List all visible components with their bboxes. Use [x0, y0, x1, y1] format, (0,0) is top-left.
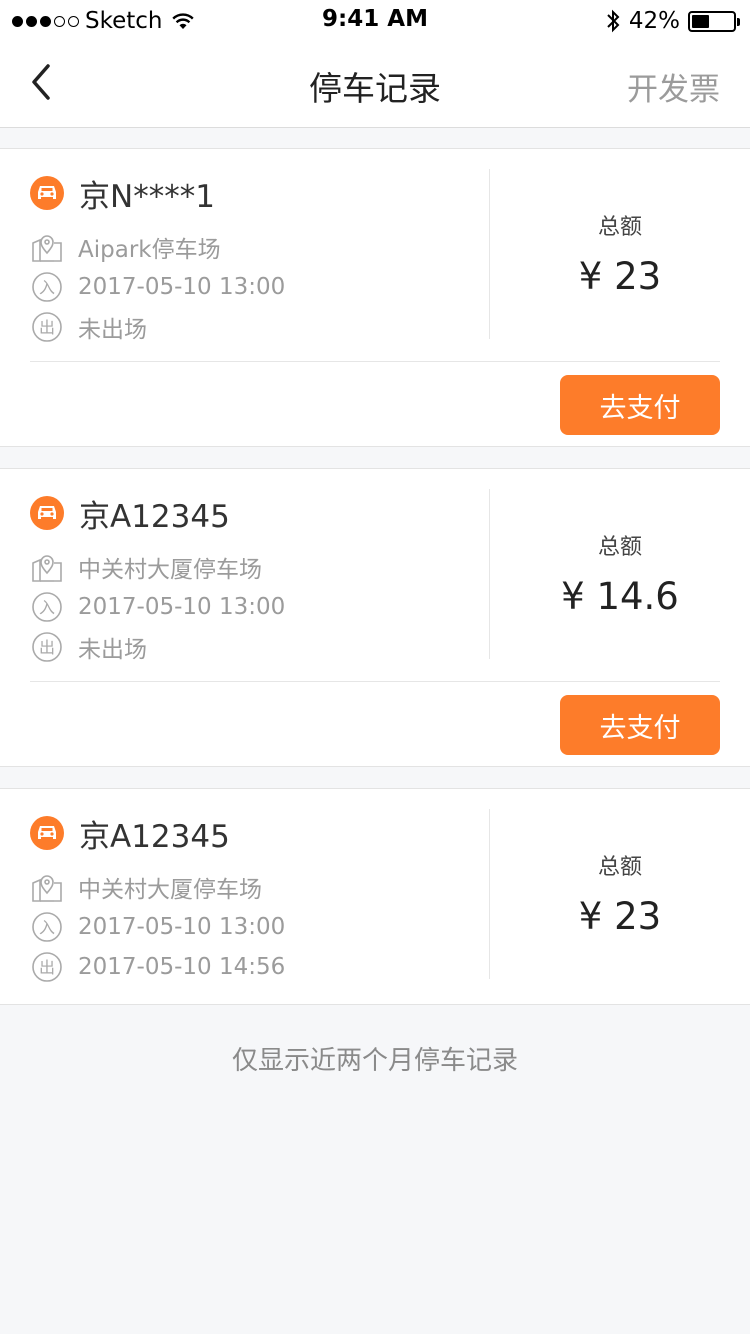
exit-icon: 出: [30, 310, 64, 344]
exit-icon: 出: [30, 630, 64, 664]
entry-icon-glyph: 入: [39, 598, 55, 617]
license-plate: 京A12345: [79, 498, 230, 535]
battery-percent: 42%: [628, 8, 680, 34]
plate-row: 京A12345: [30, 495, 230, 535]
car-icon: [30, 816, 64, 850]
horizontal-divider: [30, 681, 720, 682]
exit-icon-glyph: 出: [39, 958, 55, 977]
parking-record-card[interactable]: 京A12345 中关村大厦停车场 入 2017-05-10 13:00 出 20…: [0, 788, 750, 1005]
exit-icon: 出: [30, 950, 64, 984]
exit-time: 2017-05-10 14:56: [78, 954, 286, 980]
status-bar: Sketch 9:41 AM 42%: [0, 0, 750, 40]
horizontal-divider: [30, 361, 720, 362]
status-right: 42%: [605, 6, 740, 36]
invoice-button[interactable]: 开发票: [627, 64, 720, 109]
exit-time-row: 出 未出场: [30, 629, 147, 665]
parking-lot-name: 中关村大厦停车场: [78, 557, 262, 583]
exit-time-row: 出 2017-05-10 14:56: [30, 949, 285, 985]
footer-note: 仅显示近两个月停车记录: [231, 1046, 518, 1076]
total-label: 总额: [597, 535, 642, 560]
exit-icon-glyph: 出: [39, 318, 55, 337]
battery-icon: [688, 10, 740, 32]
map-pin-icon: [30, 230, 64, 264]
exit-time: 未出场: [78, 637, 147, 663]
navigation-bar: 停车记录 开发票: [0, 40, 750, 128]
entry-time-row: 入 2017-05-10 13:00: [30, 909, 285, 945]
entry-icon-glyph: 入: [39, 278, 55, 297]
entry-icon-glyph: 入: [39, 918, 55, 937]
vertical-divider: [489, 169, 490, 339]
entry-icon: 入: [30, 910, 64, 944]
total-label: 总额: [597, 855, 642, 880]
parking-lot-name: 中关村大厦停车场: [78, 877, 262, 903]
vertical-divider: [489, 489, 490, 659]
map-pin-icon: [30, 550, 64, 584]
entry-icon: 入: [30, 270, 64, 304]
battery-level-fill: [692, 14, 709, 28]
entry-time-row: 入 2017-05-10 13:00: [30, 589, 285, 625]
total-label: 总额: [597, 215, 642, 240]
bluetooth-icon: [607, 9, 620, 33]
parking-lot-row: Aipark停车场: [30, 229, 221, 265]
parking-record-card[interactable]: 京A12345 中关村大厦停车场 入 2017-05-10 13:00 出 未出…: [0, 468, 750, 767]
parking-lot-name: Aipark停车场: [78, 237, 221, 263]
license-plate: 京A12345: [79, 818, 230, 855]
pay-button[interactable]: 去支付: [560, 695, 720, 755]
map-pin-icon: [30, 870, 64, 904]
plate-row: 京N****1: [30, 175, 215, 215]
entry-time: 2017-05-10 13:00: [78, 914, 286, 940]
entry-time-row: 入 2017-05-10 13:00: [30, 269, 285, 305]
vertical-divider: [489, 809, 490, 979]
entry-time: 2017-05-10 13:00: [78, 594, 286, 620]
license-plate: 京N****1: [79, 178, 215, 215]
pay-button[interactable]: 去支付: [560, 375, 720, 435]
parking-record-card[interactable]: 京N****1 Aipark停车场 入 2017-05-10 13:00 出 未…: [0, 148, 750, 447]
parking-lot-row: 中关村大厦停车场: [30, 869, 262, 905]
exit-icon-glyph: 出: [39, 638, 55, 657]
exit-time: 未出场: [78, 317, 147, 343]
car-icon: [30, 176, 64, 210]
car-icon: [30, 496, 64, 530]
exit-time-row: 出 未出场: [30, 309, 147, 345]
plate-row: 京A12345: [30, 815, 230, 855]
total-amount: ¥ 23: [578, 895, 662, 938]
parking-lot-row: 中关村大厦停车场: [30, 549, 262, 585]
entry-time: 2017-05-10 13:00: [78, 274, 286, 300]
total-amount: ¥ 23: [578, 255, 662, 298]
entry-icon: 入: [30, 590, 64, 624]
total-amount: ¥ 14.6: [561, 575, 679, 618]
